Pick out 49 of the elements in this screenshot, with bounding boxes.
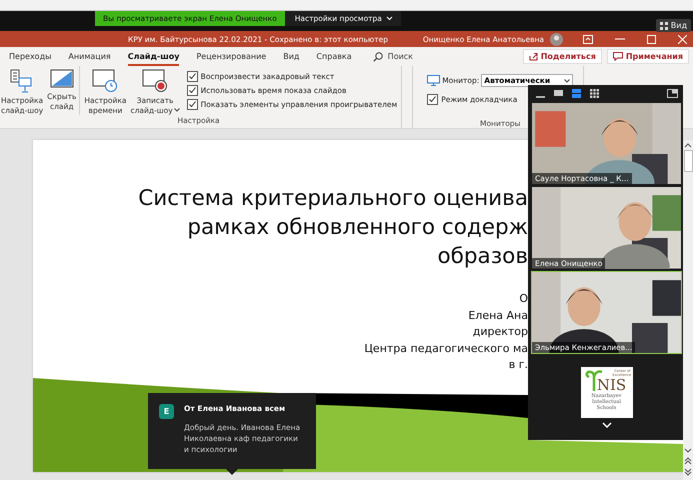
ribbon-tab[interactable]: Вид xyxy=(283,47,300,66)
share-icon xyxy=(528,52,538,61)
view-button[interactable]: Вид xyxy=(656,19,691,32)
close-icon[interactable] xyxy=(678,34,687,44)
grid-icon xyxy=(660,22,668,30)
minimize-icon[interactable] xyxy=(615,38,625,40)
slide-subtitle-line: О xyxy=(519,291,528,307)
slide-subtitle-line: Елена Ана xyxy=(468,308,528,324)
gallery-view-icon[interactable] xyxy=(590,88,599,98)
slide-subtitle-line: в г. xyxy=(508,357,528,373)
slide-title-line: образов xyxy=(438,243,528,271)
slide-subtitle-line: Центра педагогического ма xyxy=(364,340,528,356)
ribbon-tab[interactable]: Рецензирование xyxy=(196,47,266,66)
caret-icon xyxy=(564,78,570,82)
slide-timer-icon xyxy=(92,69,118,93)
slide-title-line: Система критериального оценива xyxy=(138,185,528,213)
ribbon-tab[interactable]: Переходы xyxy=(9,47,52,66)
search-input[interactable]: Поиск xyxy=(388,52,448,61)
hidden-slide-icon xyxy=(50,69,74,89)
scroll-down-icon[interactable] xyxy=(684,448,692,454)
comment-icon xyxy=(612,52,623,61)
slide-title-line: рамках обновленного содерж xyxy=(187,214,528,242)
scroll-up-icon[interactable] xyxy=(684,142,692,148)
single-view-icon[interactable] xyxy=(554,90,563,96)
maximize-icon[interactable] xyxy=(647,34,656,44)
scrollbar[interactable] xyxy=(683,140,693,480)
caret-icon xyxy=(386,16,393,21)
comments-button[interactable]: Примечания xyxy=(606,49,689,64)
monitor-icon xyxy=(427,75,440,86)
chevron-down-icon[interactable] xyxy=(602,422,612,428)
ribbon-tab[interactable]: Анимация xyxy=(68,47,111,66)
checkmark-icon xyxy=(428,95,438,104)
ribbon-tab[interactable]: Слайд-шоу xyxy=(128,47,180,66)
avatar-icon[interactable] xyxy=(550,32,563,46)
ribbon-display-icon[interactable] xyxy=(583,34,593,44)
scroll-thumb[interactable] xyxy=(684,150,692,172)
chat-pointer xyxy=(226,469,238,475)
strip-view-icon[interactable] xyxy=(572,88,581,98)
logo-wordmark: NIS xyxy=(596,376,626,393)
record-slide-icon xyxy=(142,69,168,93)
next-slide-icon[interactable] xyxy=(684,468,692,476)
search-field[interactable]: Поиск xyxy=(372,52,448,62)
avatar: E xyxy=(159,404,174,419)
search-icon xyxy=(372,52,383,62)
share-button[interactable]: Поделиться xyxy=(522,49,602,64)
pin-view-icon[interactable] xyxy=(667,88,678,98)
ribbon-tab[interactable]: Справка xyxy=(316,47,352,66)
slide-subtitle-line: директор xyxy=(472,324,528,340)
previous-slide-icon[interactable] xyxy=(684,457,692,465)
